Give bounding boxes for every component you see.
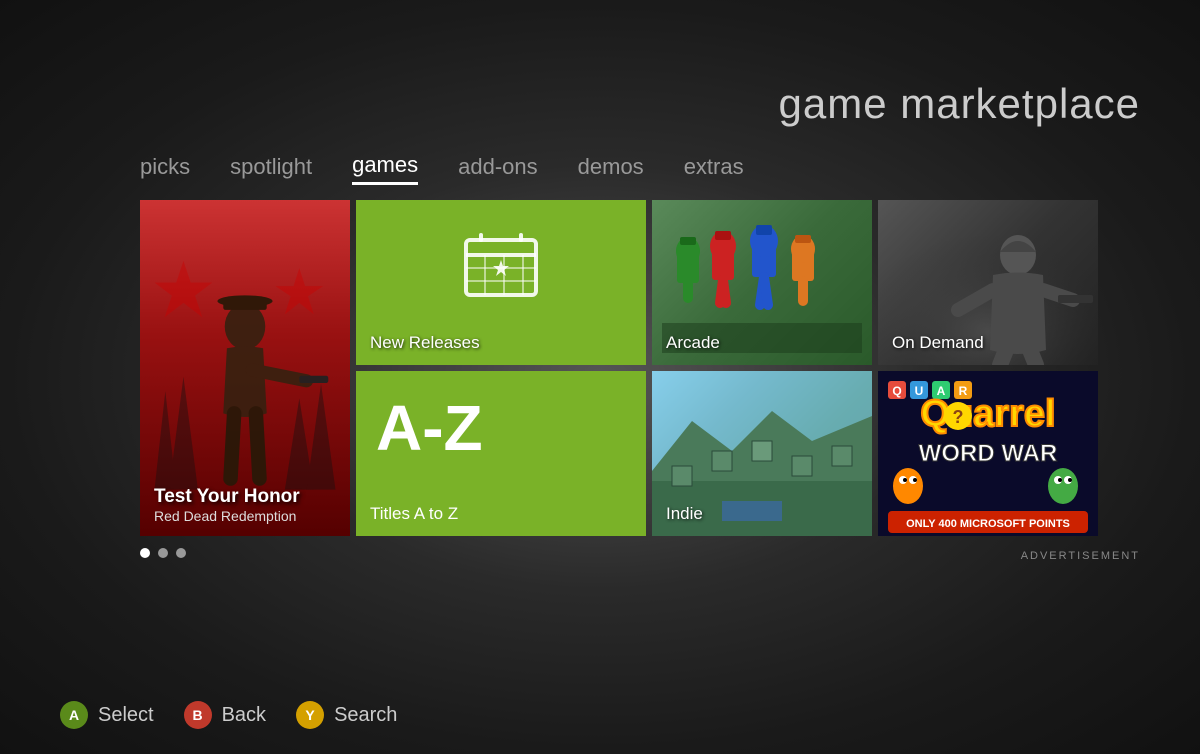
button-y-item: Y Search bbox=[296, 701, 397, 729]
button-a-circle: A bbox=[60, 701, 88, 729]
button-a-label: Select bbox=[98, 704, 154, 727]
games-grid: New Releases bbox=[140, 200, 1098, 536]
quarrel-background: Q U A R Quarrel ? WORD WAR ONLY 400 MICR… bbox=[878, 371, 1098, 536]
button-bar: A Select B Back Y Search bbox=[60, 701, 397, 729]
new-releases-label: New Releases bbox=[370, 333, 480, 353]
indie-label: Indie bbox=[666, 504, 703, 524]
tile-az[interactable]: A-Z Titles A to Z bbox=[356, 371, 646, 536]
advertisement-label: ADVERTISEMENT bbox=[1021, 550, 1140, 562]
nav-item-addons[interactable]: add-ons bbox=[458, 150, 538, 184]
dot-1 bbox=[140, 548, 150, 558]
button-b-circle: B bbox=[184, 701, 212, 729]
dot-3 bbox=[176, 548, 186, 558]
button-b-item: B Back bbox=[184, 701, 266, 729]
tile-new-releases[interactable]: New Releases bbox=[356, 200, 646, 365]
svg-text:ONLY 400 MICROSOFT POINTS: ONLY 400 MICROSOFT POINTS bbox=[906, 518, 1070, 530]
rdr-subtitle: Red Dead Redemption bbox=[154, 508, 296, 524]
az-label: Titles A to Z bbox=[370, 504, 458, 524]
new-releases-icon bbox=[461, 230, 541, 315]
az-icon: A-Z bbox=[376, 391, 483, 465]
svg-text:Quarrel: Quarrel bbox=[920, 393, 1055, 435]
tile-indie[interactable]: Indie bbox=[652, 371, 872, 536]
nav-item-picks[interactable]: picks bbox=[140, 150, 190, 184]
tile-red-dead[interactable]: Test Your Honor Red Dead Redemption bbox=[140, 200, 350, 536]
dot-2 bbox=[158, 548, 168, 558]
svg-text:?: ? bbox=[953, 407, 964, 427]
svg-text:Q: Q bbox=[892, 384, 901, 398]
nav-item-demos[interactable]: demos bbox=[578, 150, 644, 184]
button-b-label: Back bbox=[222, 704, 266, 727]
button-y-label: Search bbox=[334, 704, 397, 727]
nav-item-spotlight[interactable]: spotlight bbox=[230, 150, 312, 184]
nav-item-extras[interactable]: extras bbox=[684, 150, 744, 184]
button-a-key: A bbox=[69, 707, 79, 723]
ondemand-label: On Demand bbox=[892, 333, 984, 353]
main-nav: picks spotlight games add-ons demos extr… bbox=[140, 148, 744, 185]
tile-on-demand[interactable]: On Demand bbox=[878, 200, 1098, 365]
button-y-key: Y bbox=[305, 707, 314, 723]
tile-arcade[interactable]: Arcade bbox=[652, 200, 872, 365]
pagination-dots bbox=[140, 548, 186, 558]
arcade-label: Arcade bbox=[666, 333, 720, 353]
page-title: game marketplace bbox=[779, 80, 1141, 128]
button-b-key: B bbox=[193, 707, 203, 723]
button-y-circle: Y bbox=[296, 701, 324, 729]
rdr-title: Test Your Honor bbox=[154, 486, 300, 508]
tile-quarrel[interactable]: Q U A R Quarrel ? WORD WAR ONLY 400 MICR… bbox=[878, 371, 1098, 536]
svg-text:WORD WAR: WORD WAR bbox=[919, 440, 1058, 467]
nav-item-games[interactable]: games bbox=[352, 148, 418, 185]
button-a-item: A Select bbox=[60, 701, 154, 729]
